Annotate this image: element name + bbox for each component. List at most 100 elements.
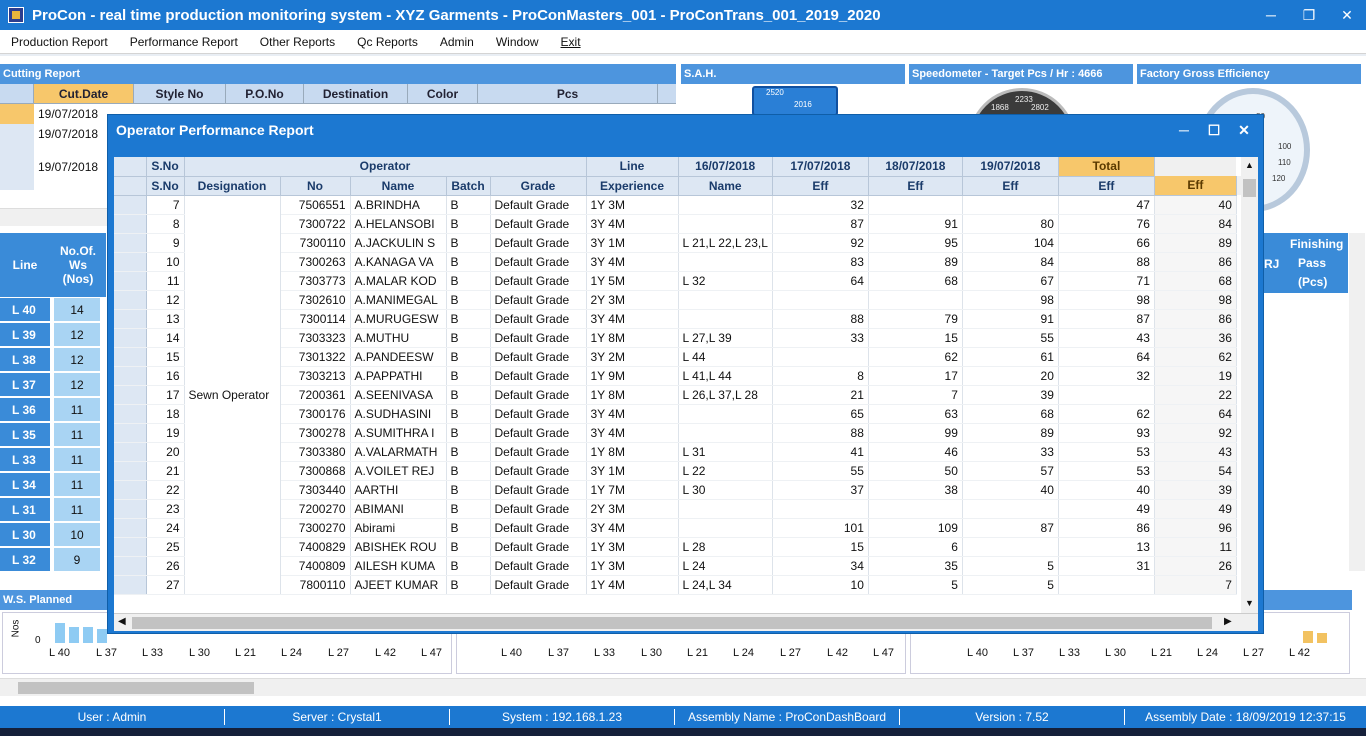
eff-header-3[interactable]: Eff <box>962 176 1059 196</box>
sno-header[interactable]: S.No <box>146 176 185 196</box>
minimize-button[interactable]: ─ <box>1252 0 1290 30</box>
menu-performance-report[interactable]: Performance Report <box>119 35 249 49</box>
sno-cell: 17 <box>146 385 185 405</box>
menu-admin[interactable]: Admin <box>429 35 485 49</box>
menu-production-report[interactable]: Production Report <box>0 35 119 49</box>
table-row[interactable]: 13 7300114 A.MURUGESW B Default Grade 3Y 4M 88… <box>114 309 1245 329</box>
table-row[interactable]: 23 7200270 ABIMANI B Default Grade 2Y 3M 49 49 <box>114 499 1245 519</box>
eff-header-1[interactable]: Eff <box>772 176 869 196</box>
menu-qc-reports[interactable]: Qc Reports <box>346 35 429 49</box>
table-row[interactable]: 20 7303380 A.VALARMATH B Default Grade 1Y 8M L… <box>114 442 1245 462</box>
eff-header-2[interactable]: Eff <box>868 176 963 196</box>
destination-header[interactable]: Destination <box>304 84 408 103</box>
date-header-4[interactable]: 19/07/2018 <box>962 157 1059 177</box>
grid-vscroll[interactable]: ▲ ▼ <box>1241 157 1258 631</box>
table-row[interactable]: 27 7800110 AJEET KUMAR B Default Grade 1Y 4M L… <box>114 575 1245 595</box>
hscroll-right-icon[interactable]: ▶ <box>1224 616 1232 627</box>
grid-hscroll[interactable]: ◀ ▶ <box>114 613 1258 631</box>
total-eff-header[interactable]: Eff <box>1154 176 1237 196</box>
style-no-header[interactable]: Style No <box>134 84 226 103</box>
dialog-maximize-button[interactable]: ☐ <box>1199 115 1229 145</box>
menu-other-reports[interactable]: Other Reports <box>249 35 346 49</box>
list-item[interactable]: L 37 12 <box>0 372 106 397</box>
grade-header[interactable]: Grade <box>490 176 587 196</box>
eff-cell-1: 64 <box>772 271 869 291</box>
total-eff-cell: 49 <box>1154 499 1237 519</box>
vscroll-up-icon[interactable]: ▲ <box>1241 157 1258 173</box>
eff-cell-1: 55 <box>772 461 869 481</box>
color-header[interactable]: Color <box>408 84 478 103</box>
list-item[interactable]: L 34 11 <box>0 472 106 497</box>
list-item[interactable]: L 35 11 <box>0 422 106 447</box>
vscroll-down-icon[interactable]: ▼ <box>1241 595 1258 611</box>
no-cell: 7300278 <box>280 423 351 443</box>
date-header-2[interactable]: 17/07/2018 <box>772 157 869 177</box>
table-row[interactable]: 24 7300270 Abirami B Default Grade 3Y 4M 101 10… <box>114 518 1245 538</box>
no-cell: 7303380 <box>280 442 351 462</box>
table-row[interactable]: 18 7300176 A.SUDHASINI B Default Grade 3Y 4M 6… <box>114 404 1245 424</box>
eff-cell-1: 87 <box>772 214 869 234</box>
table-row[interactable]: 16 7303213 A.PAPPATHI B Default Grade 1Y 9M L … <box>114 366 1245 386</box>
menu-exit[interactable]: Exit <box>550 35 592 49</box>
total-header[interactable]: Total <box>1058 157 1155 177</box>
maximize-button[interactable]: ❐ <box>1290 0 1328 30</box>
line-label: L 32 <box>0 548 50 571</box>
experience-cell: 2Y 3M <box>586 499 679 519</box>
list-item[interactable]: L 32 9 <box>0 547 106 572</box>
vscroll-thumb[interactable] <box>1243 179 1256 197</box>
list-item[interactable]: L 40 14 <box>0 297 106 322</box>
close-button[interactable]: ✕ <box>1328 0 1366 30</box>
table-row[interactable]: 17 7200361 A.SEENIVASA B Default Grade 1Y 8M L… <box>114 385 1245 405</box>
line-ws-grid: Line No.Of. Ws (Nos) L 40 14 L 39 12 L 38 1… <box>0 233 106 572</box>
main-hscroll-thumb[interactable] <box>18 682 254 694</box>
finishing-vscroll[interactable] <box>1349 233 1365 571</box>
list-item[interactable]: L 31 11 <box>0 497 106 522</box>
eff-cell-3: 5 <box>962 575 1059 595</box>
table-row[interactable]: 8 7300722 A.HELANSOBI B Default Grade 3Y 4M 87… <box>114 214 1245 234</box>
table-row[interactable]: 9 7300110 A.JACKULIN S B Default Grade 3Y 1M L… <box>114 233 1245 253</box>
table-row[interactable]: 19 7300278 A.SUMITHRA I B Default Grade 3Y 4M… <box>114 423 1245 443</box>
table-row[interactable]: 10 7300263 A.KANAGA VA B Default Grade 3Y 4M 8… <box>114 252 1245 272</box>
list-item[interactable]: L 39 12 <box>0 322 106 347</box>
batch-cell: B <box>446 290 491 310</box>
date-header-1[interactable]: 16/07/2018 <box>678 157 773 177</box>
list-item[interactable]: L 33 11 <box>0 447 106 472</box>
batch-header[interactable]: Batch <box>446 176 491 196</box>
table-row[interactable]: 21 7300868 A.VOILET REJ B Default Grade 3Y 1M… <box>114 461 1245 481</box>
no-cell: 7400829 <box>280 537 351 557</box>
no-header[interactable]: No <box>280 176 351 196</box>
po-no-header[interactable]: P.O.No <box>226 84 304 103</box>
main-hscroll[interactable] <box>0 678 1366 696</box>
list-item[interactable]: L 36 11 <box>0 397 106 422</box>
line-name-header[interactable]: Name <box>678 176 773 196</box>
status-date: Assembly Date : 18/09/2019 12:37:15 <box>1145 710 1346 724</box>
eff-cell-2: 35 <box>868 556 963 576</box>
pcs-header[interactable]: Pcs <box>478 84 658 103</box>
table-row[interactable]: 25 7400829 ABISHEK ROU B Default Grade 1Y 3M L… <box>114 537 1245 557</box>
table-row[interactable]: 7 Sewn Operator 7506551 A.BRINDHA B Default G… <box>114 195 1245 595</box>
table-row[interactable]: 22 7303440 AARTHI B Default Grade 1Y 7M L 30 37… <box>114 480 1245 500</box>
eff-header-4[interactable]: Eff <box>1058 176 1155 196</box>
experience-header[interactable]: Experience <box>586 176 679 196</box>
name-cell: A.SEENIVASA <box>350 385 447 405</box>
table-row[interactable]: 15 7301322 A.PANDEESW B Default Grade 3Y 2M L … <box>114 347 1245 367</box>
hscroll-left-icon[interactable]: ◀ <box>118 616 126 627</box>
date-header-3[interactable]: 18/07/2018 <box>868 157 963 177</box>
name-header[interactable]: Name <box>350 176 447 196</box>
cut-date-header[interactable]: Cut.Date <box>34 84 134 103</box>
table-row[interactable]: 12 7302610 A.MANIMEGAL B Default Grade 2Y 3M 9… <box>114 290 1245 310</box>
grade-cell: Default Grade <box>490 499 587 519</box>
table-row[interactable]: 14 7303323 A.MUTHU B Default Grade 1Y 8M L 27,… <box>114 328 1245 348</box>
table-row[interactable]: 11 7303773 A.MALAR KOD B Default Grade 1Y 5M L… <box>114 271 1245 291</box>
ws-count: 10 <box>54 523 100 546</box>
designation-header[interactable]: Designation <box>184 176 281 196</box>
grid-hscroll-thumb[interactable] <box>132 617 1212 629</box>
list-item[interactable]: L 30 10 <box>0 522 106 547</box>
axis-label: L 40 <box>49 647 71 659</box>
menu-window[interactable]: Window <box>485 35 550 49</box>
name-cell: A.MURUGESW <box>350 309 447 329</box>
dialog-minimize-button[interactable]: ─ <box>1169 115 1199 145</box>
table-row[interactable]: 26 7400809 AILESH KUMA B Default Grade 1Y 3M L… <box>114 556 1245 576</box>
list-item[interactable]: L 38 12 <box>0 347 106 372</box>
dialog-close-button[interactable]: ✕ <box>1229 115 1259 145</box>
